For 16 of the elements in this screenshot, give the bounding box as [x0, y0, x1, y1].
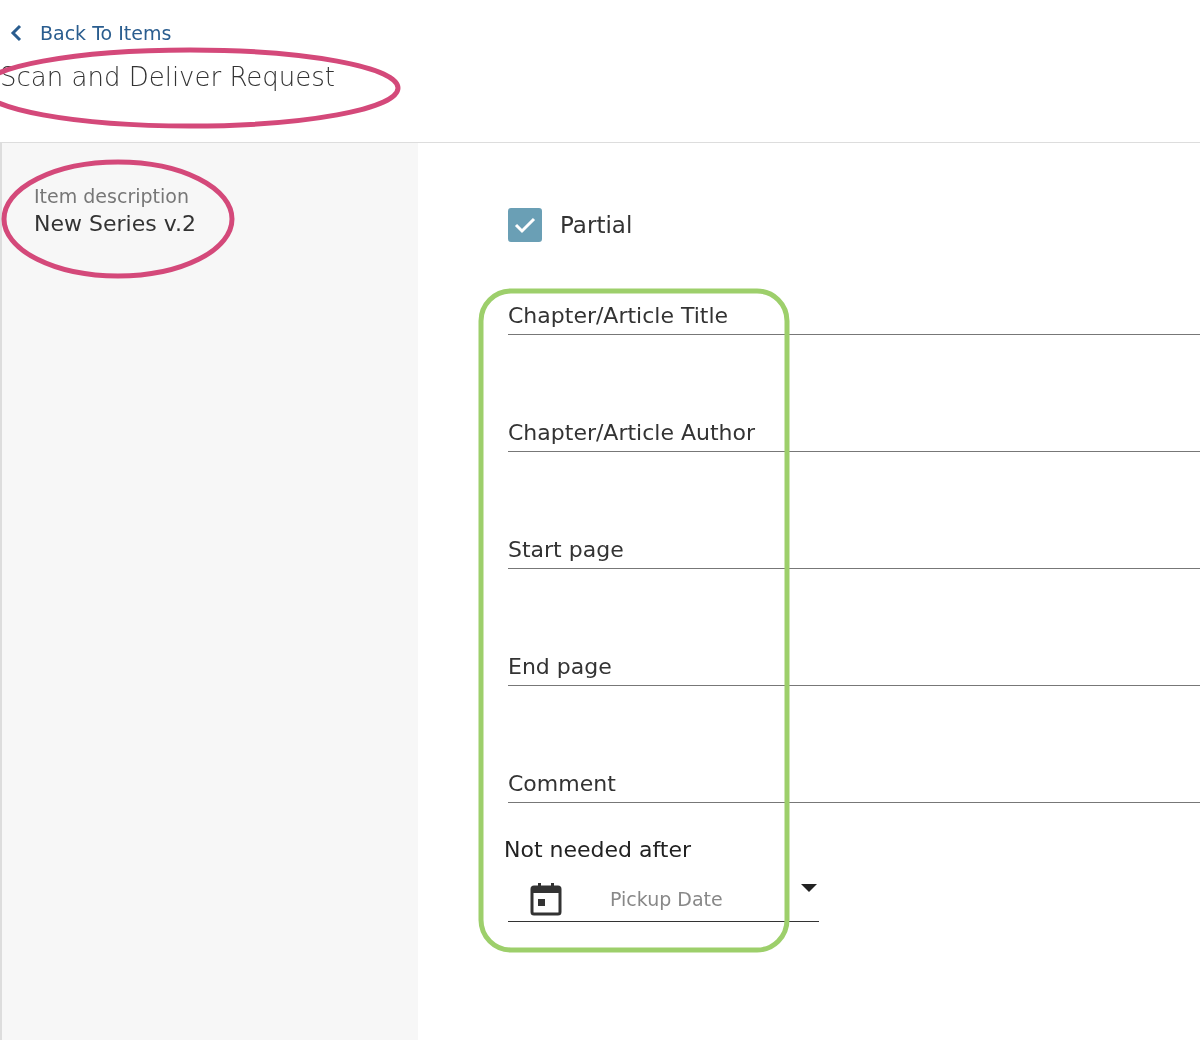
- text-field[interactable]: Chapter/Article Author: [508, 412, 1200, 452]
- calendar-icon: [530, 881, 562, 916]
- text-field[interactable]: Comment: [508, 763, 1200, 803]
- partial-checkbox[interactable]: [508, 208, 542, 242]
- dropdown-caret-icon: [801, 884, 817, 893]
- item-description-label: Item description: [34, 185, 190, 207]
- chevron-left-icon: [10, 24, 22, 42]
- text-field[interactable]: End page: [508, 646, 1200, 686]
- text-field[interactable]: Start page: [508, 529, 1200, 569]
- checkmark-icon: [514, 216, 536, 234]
- date-field[interactable]: Pickup Date: [508, 876, 819, 922]
- partial-label: Partial: [560, 212, 633, 238]
- date-label: Not needed after: [504, 837, 693, 862]
- back-link[interactable]: Back To Items: [10, 22, 172, 44]
- text-field[interactable]: Chapter/Article Title: [508, 295, 1200, 335]
- item-description-value: New Series v.2: [34, 211, 197, 236]
